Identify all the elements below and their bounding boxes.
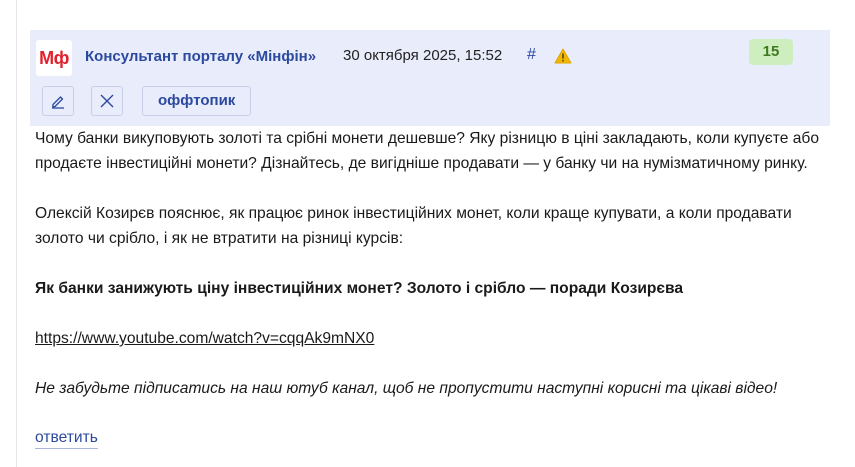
post-paragraph-explainer: Олексій Козирєв пояснює, як працює ринок… — [35, 205, 792, 247]
rating-score-badge[interactable]: 15 — [749, 39, 793, 65]
subscribe-note: Не забудьте підписатись на наш ютуб кана… — [35, 380, 778, 397]
post-paragraph-intro: Чому банки викуповують золоті та срібні … — [35, 130, 820, 172]
video-headline: Як банки занижують ціну інвестиційних мо… — [35, 280, 684, 297]
delete-button[interactable] — [91, 86, 123, 116]
youtube-video-link[interactable]: https://www.youtube.com/watch?v=cqqAk9mN… — [35, 330, 374, 347]
post-body: Чому банки викуповують золоті та срібні … — [35, 126, 835, 401]
offtopic-tag-button[interactable]: оффтопик — [142, 86, 252, 116]
reply-link[interactable]: ответить — [35, 429, 98, 449]
author-name-link[interactable]: Консультант порталу «Мінфін» — [85, 48, 316, 65]
permalink-hash-link[interactable]: # — [527, 46, 536, 64]
edit-icon — [52, 96, 64, 109]
post-header: Мф Консультант порталу «Мінфін» 30 октяб… — [30, 30, 830, 126]
post-date: 30 октября 2025, 15:52 — [343, 47, 503, 64]
page-left-rule — [16, 0, 17, 467]
edit-button[interactable] — [42, 86, 74, 116]
warning-icon[interactable] — [554, 48, 572, 64]
author-avatar-logo[interactable]: Мф — [36, 40, 72, 76]
close-icon — [100, 94, 114, 108]
